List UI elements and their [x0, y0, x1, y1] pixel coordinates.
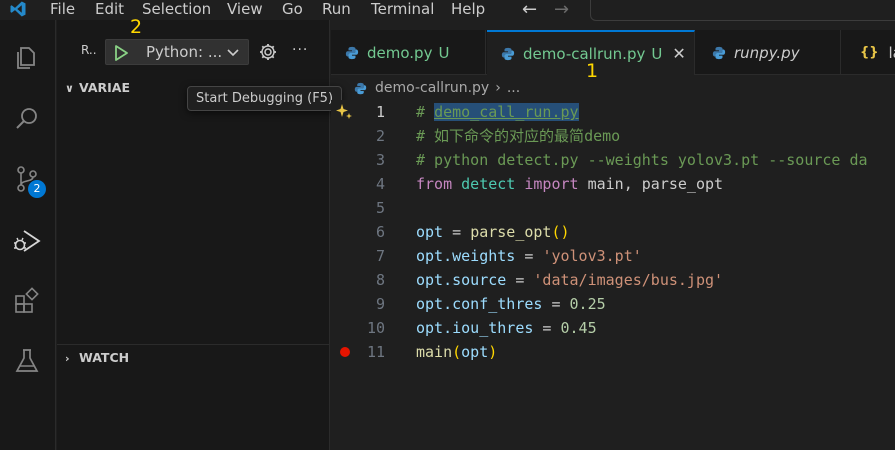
code-line: 9 opt.conf_thres = 0.25	[331, 292, 895, 316]
tab-runpy-py[interactable]: runpy.py	[696, 30, 841, 75]
line-number: 11	[366, 343, 385, 361]
code-line: 6 opt = parse_opt()	[331, 220, 895, 244]
line-number: 6	[375, 223, 385, 241]
code-text: opt.weights = 'yolov3.pt'	[416, 247, 642, 265]
tab-label: runpy.py	[734, 43, 800, 62]
run-view-label: R..	[81, 43, 97, 57]
python-file-icon	[345, 46, 359, 59]
code-text: main(opt)	[416, 343, 498, 361]
menu-run[interactable]: Run	[322, 0, 351, 18]
annotation-number-2: 2	[130, 16, 143, 38]
code-text: from detect import main, parse_opt	[416, 175, 724, 193]
variables-section-header[interactable]: ∨ VARIAE	[65, 80, 130, 95]
watch-section-header[interactable]: › WATCH	[65, 350, 129, 365]
code-line: 10 opt.iou_thres = 0.45	[331, 316, 895, 340]
json-file-icon: {}	[860, 45, 879, 60]
line-number: 8	[375, 271, 385, 289]
line-number: 10	[366, 319, 385, 337]
start-debugging-play-icon[interactable]	[112, 44, 130, 62]
start-debugging-tooltip: Start Debugging (F5)	[187, 86, 343, 111]
code-text: opt.conf_thres = 0.25	[416, 295, 606, 313]
code-line: 8 opt.source = 'data/images/bus.jpg'	[331, 268, 895, 292]
tab-label: la	[888, 43, 895, 62]
breadcrumb-separator-icon: ›	[495, 80, 501, 96]
navigation-arrows: ← →	[522, 0, 569, 20]
breakpoint-icon[interactable]	[340, 347, 350, 357]
breadcrumb-file[interactable]: demo-callrun.py	[375, 80, 489, 96]
python-file-icon	[354, 82, 367, 94]
code-line: 3 # python detect.py --weights yolov3.pt…	[331, 148, 895, 172]
explorer-icon[interactable]	[12, 42, 42, 72]
annotation-number-1: 1	[586, 60, 599, 82]
debug-sidebar: R.. Python: ... ··· ∨ VARIAE › WATCH Start…	[57, 20, 343, 450]
run-debug-icon[interactable]	[12, 226, 42, 256]
section-divider	[57, 344, 330, 345]
line-number: 7	[375, 247, 385, 265]
chevron-down-icon: ∨	[65, 82, 74, 95]
code-text: opt.source = 'data/images/bus.jpg'	[416, 271, 724, 289]
activity-bar: 2	[0, 20, 56, 450]
tab-demo-py[interactable]: demo.py U	[331, 30, 486, 75]
vscode-logo-icon	[10, 1, 26, 17]
line-number: 9	[375, 295, 385, 313]
menu-edit[interactable]: Edit	[95, 0, 124, 18]
source-control-badge: 2	[28, 180, 46, 198]
line-number: 1	[375, 103, 385, 121]
menu-view[interactable]: View	[227, 0, 263, 18]
watch-header-label: WATCH	[79, 350, 130, 365]
line-number: 2	[375, 127, 385, 145]
breadcrumb-symbol[interactable]: ...	[507, 80, 520, 96]
code-text: # python detect.py --weights yolov3.pt -…	[416, 151, 868, 169]
code-editor[interactable]: 1 # demo_call_run.py 2 # 如下命令的对应的最简demo …	[331, 100, 895, 450]
chevron-right-icon: ›	[65, 352, 70, 365]
menu-selection[interactable]: Selection	[142, 0, 211, 18]
code-line: 4 from detect import main, parse_opt	[331, 172, 895, 196]
python-file-icon	[501, 47, 515, 60]
testing-icon[interactable]	[12, 346, 42, 376]
tab-label: demo.py	[367, 43, 433, 62]
python-file-icon	[712, 46, 726, 59]
menu-terminal[interactable]: Terminal	[371, 0, 434, 18]
debug-config-select[interactable]: Python: ...	[146, 43, 222, 61]
gear-icon[interactable]	[258, 42, 278, 62]
tab-label: demo-callrun.py	[523, 44, 646, 63]
menu-go[interactable]: Go	[282, 0, 303, 18]
close-icon[interactable]: ✕	[672, 44, 685, 63]
sparkle-icon[interactable]	[334, 102, 354, 122]
code-line: 2 # 如下命令的对应的最简demo	[331, 124, 895, 148]
tab-json-file[interactable]: {} la	[842, 30, 895, 75]
extensions-icon[interactable]	[12, 286, 42, 316]
untracked-badge: U	[438, 43, 450, 62]
more-actions-icon[interactable]: ···	[292, 42, 308, 58]
chevron-down-icon[interactable]	[226, 46, 240, 60]
debug-config-bar: Python: ...	[105, 39, 249, 65]
untracked-badge: U	[651, 44, 663, 63]
command-center[interactable]	[590, 0, 895, 21]
forward-arrow-icon[interactable]: →	[554, 0, 569, 20]
search-icon[interactable]	[12, 104, 42, 134]
code-line: 5	[331, 196, 895, 220]
menu-file[interactable]: File	[50, 0, 75, 18]
code-text: opt = parse_opt()	[416, 223, 570, 241]
variables-header-label: VARIAE	[79, 80, 130, 95]
editor-tabs: demo.py U demo-callrun.py U ✕ runpy.py {…	[331, 30, 895, 75]
selection-highlight: demo_call_run.py	[434, 103, 579, 121]
breadcrumb: demo-callrun.py › ...	[354, 80, 520, 96]
code-line: 7 opt.weights = 'yolov3.pt'	[331, 244, 895, 268]
menu-help[interactable]: Help	[451, 0, 485, 18]
code-text: # demo_call_run.py	[416, 103, 579, 121]
line-number: 5	[375, 199, 385, 217]
code-text: # 如下命令的对应的最简demo	[416, 127, 621, 145]
line-number: 3	[375, 151, 385, 169]
code-text: opt.iou_thres = 0.45	[416, 319, 597, 337]
line-number: 4	[375, 175, 385, 193]
code-line: 1 # demo_call_run.py	[331, 100, 895, 124]
code-line: 11 main(opt)	[331, 340, 895, 364]
back-arrow-icon[interactable]: ←	[522, 0, 537, 20]
